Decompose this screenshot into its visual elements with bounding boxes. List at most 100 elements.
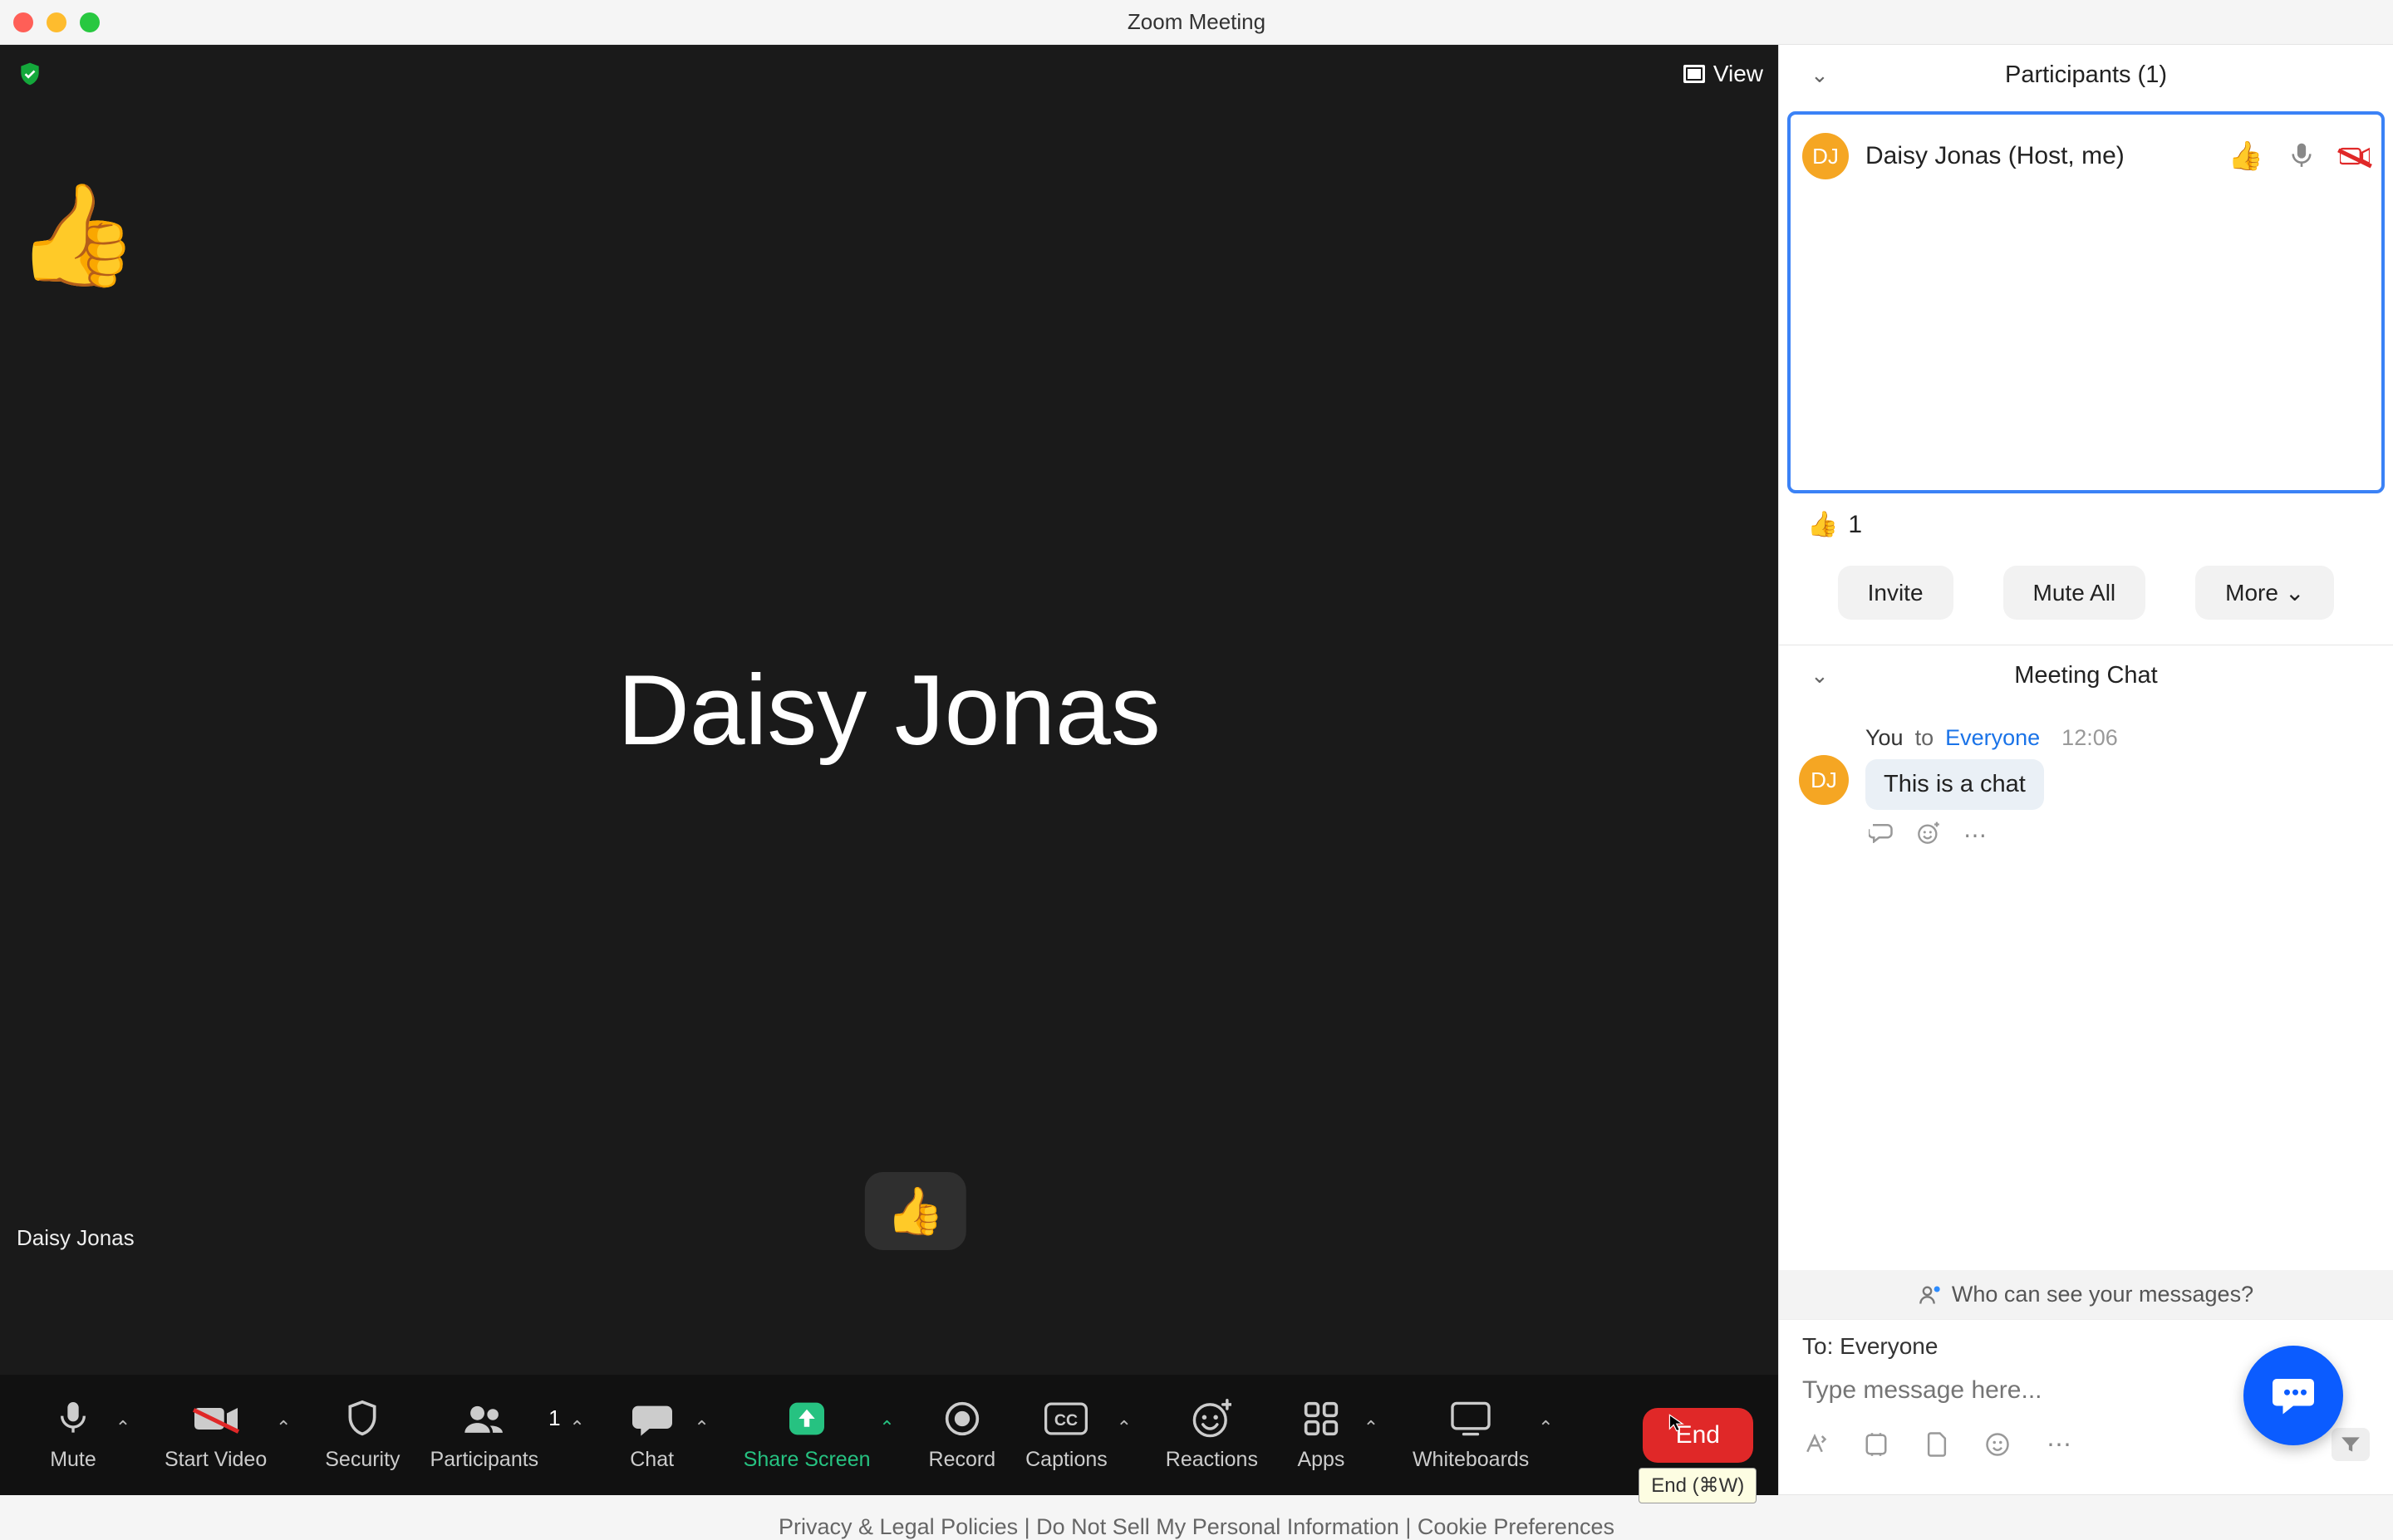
chevron-down-icon: ⌄	[2285, 579, 2304, 606]
chat-message-body[interactable]: This is a chat	[1865, 759, 2044, 810]
shield-icon	[344, 1398, 381, 1439]
share-screen-options-chevron-up-icon[interactable]: ⌃	[876, 1417, 899, 1472]
reaction-tally-count: 1	[1848, 511, 1862, 539]
avatar: DJ	[1799, 755, 1849, 805]
participants-panel: ⌄ Participants (1) DJ Daisy Jonas (Host,…	[1779, 45, 2393, 645]
window-close-button[interactable]	[13, 12, 33, 32]
captions-button[interactable]: CC Captions	[1025, 1398, 1108, 1472]
participants-options-chevron-up-icon[interactable]: ⌃	[566, 1417, 589, 1472]
whiteboards-button-label: Whiteboards	[1413, 1448, 1529, 1472]
chat-more-icon[interactable]: ⋯	[1963, 821, 1987, 849]
floating-reaction-pill[interactable]: 👍	[865, 1172, 966, 1250]
footer-legal-text: Privacy & Legal Policies | Do Not Sell M…	[779, 1514, 1614, 1540]
file-attach-icon[interactable]	[1925, 1431, 1948, 1458]
help-chat-bubble-button[interactable]	[2243, 1346, 2343, 1445]
chat-panel-header: ⌄ Meeting Chat	[1779, 645, 2393, 705]
end-button-tooltip: End (⌘W)	[1639, 1468, 1757, 1503]
end-meeting-button[interactable]: End End (⌘W)	[1643, 1408, 1753, 1463]
window-title: Zoom Meeting	[0, 9, 2393, 35]
participants-panel-title: Participants (1)	[2005, 61, 2167, 89]
chat-message-actions: ⋯	[1865, 821, 2118, 849]
participants-count-badge: 1	[548, 1405, 560, 1464]
share-screen-button-label: Share Screen	[744, 1448, 871, 1472]
invite-button[interactable]: Invite	[1838, 566, 1953, 620]
participants-collapse-chevron-down-icon[interactable]: ⌄	[1811, 62, 1829, 88]
record-button[interactable]: Record	[929, 1398, 996, 1472]
chat-button[interactable]: Chat	[619, 1398, 685, 1472]
meeting-toolbar: Mute ⌃ Start Video ⌃ Securit	[0, 1375, 1778, 1495]
chat-button-label: Chat	[630, 1448, 674, 1472]
participant-camera-off-icon[interactable]	[2340, 141, 2370, 171]
reactions-button[interactable]: Reactions	[1166, 1398, 1258, 1472]
participants-button-label: Participants	[430, 1448, 539, 1472]
participant-row[interactable]: DJ Daisy Jonas (Host, me) 👍	[1802, 123, 2370, 189]
mute-button-label: Mute	[50, 1448, 96, 1472]
more-tools-icon[interactable]: ⋯	[2047, 1430, 2071, 1459]
reaction-tally-emoji: 👍	[1807, 510, 1838, 539]
apps-button[interactable]: Apps	[1288, 1398, 1354, 1472]
video-off-icon	[194, 1398, 238, 1439]
record-button-label: Record	[929, 1448, 996, 1472]
avatar: DJ	[1802, 133, 1849, 179]
people-icon	[462, 1398, 507, 1439]
chat-from-label: You	[1865, 725, 1904, 751]
mute-all-button[interactable]: Mute All	[2003, 566, 2146, 620]
screenshot-icon[interactable]	[1864, 1432, 1889, 1457]
participants-more-button[interactable]: More ⌄	[2195, 566, 2334, 620]
who-can-see-label: Who can see your messages?	[1952, 1282, 2253, 1307]
apps-options-chevron-up-icon[interactable]: ⌃	[1359, 1417, 1383, 1472]
captions-icon: CC	[1044, 1398, 1088, 1439]
participants-button[interactable]: Participants	[430, 1398, 539, 1472]
record-icon	[944, 1398, 980, 1439]
start-video-button[interactable]: Start Video	[165, 1398, 267, 1472]
share-screen-icon	[788, 1398, 826, 1439]
chat-to-target[interactable]: Everyone	[1945, 725, 2040, 751]
security-button[interactable]: Security	[325, 1398, 400, 1472]
captions-options-chevron-up-icon[interactable]: ⌃	[1113, 1417, 1136, 1472]
chat-messages: DJ You to Everyone 12:06 This is a chat	[1779, 705, 2393, 1270]
window-minimize-button[interactable]	[47, 12, 66, 32]
chat-reply-icon[interactable]	[1869, 821, 1894, 849]
chat-panel-title: Meeting Chat	[2014, 662, 2158, 689]
emoji-picker-icon[interactable]	[1985, 1432, 2010, 1457]
participant-name-label: Daisy Jonas (Host, me)	[1865, 142, 2212, 170]
format-icon[interactable]	[1802, 1432, 1827, 1457]
participants-list: DJ Daisy Jonas (Host, me) 👍	[1787, 111, 2385, 493]
video-options-chevron-up-icon[interactable]: ⌃	[272, 1417, 295, 1472]
chat-to-prefix: to	[1915, 725, 1934, 751]
microphone-icon	[57, 1398, 90, 1439]
window-maximize-button[interactable]	[80, 12, 100, 32]
chat-collapse-chevron-down-icon[interactable]: ⌄	[1811, 663, 1829, 689]
people-privacy-icon	[1919, 1283, 1942, 1307]
window-titlebar: Zoom Meeting	[0, 0, 2393, 45]
whiteboards-options-chevron-up-icon[interactable]: ⌃	[1534, 1417, 1557, 1472]
security-button-label: Security	[325, 1448, 400, 1472]
chat-message-header: You to Everyone 12:06	[1865, 725, 2118, 751]
video-area: View 👍 Daisy Jonas Daisy Jonas 👍 Mute ⌃	[0, 45, 1778, 1495]
view-button-label: View	[1713, 61, 1763, 87]
chat-react-icon[interactable]	[1917, 821, 1940, 849]
start-video-button-label: Start Video	[165, 1448, 267, 1472]
video-reaction-overlay: 👍	[15, 178, 139, 294]
participant-mic-icon[interactable]	[2287, 141, 2317, 171]
apps-grid-icon	[1303, 1398, 1339, 1439]
view-button[interactable]: View	[1683, 61, 1763, 87]
whiteboard-icon	[1449, 1398, 1492, 1439]
mute-options-chevron-up-icon[interactable]: ⌃	[111, 1417, 135, 1472]
chat-bubble-icon	[2268, 1371, 2318, 1420]
chat-filter-icon[interactable]	[2332, 1428, 2370, 1461]
mute-button[interactable]: Mute	[40, 1398, 106, 1472]
share-screen-button[interactable]: Share Screen	[744, 1398, 871, 1472]
side-panel: ⌄ Participants (1) DJ Daisy Jonas (Host,…	[1778, 45, 2393, 1495]
video-center-name: Daisy Jonas	[617, 653, 1161, 768]
participants-more-label: More	[2225, 580, 2278, 606]
smiley-plus-icon	[1192, 1398, 1231, 1439]
whiteboards-button[interactable]: Whiteboards	[1413, 1398, 1529, 1472]
chat-options-chevron-up-icon[interactable]: ⌃	[690, 1417, 714, 1472]
encryption-shield-icon[interactable]	[15, 59, 45, 89]
participants-panel-header: ⌄ Participants (1)	[1779, 45, 2393, 105]
reaction-tally: 👍 1	[1779, 500, 2393, 549]
chat-message: DJ You to Everyone 12:06 This is a chat	[1799, 725, 2373, 849]
who-can-see-banner[interactable]: Who can see your messages?	[1779, 1270, 2393, 1319]
end-button-label: End	[1676, 1421, 1720, 1449]
